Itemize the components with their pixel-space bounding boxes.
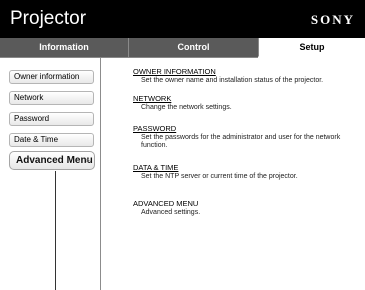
- chevron-down-icon: »: [84, 155, 90, 165]
- section-owner-information: OWNER INFORMATION Set the owner name and…: [133, 67, 358, 85]
- tab-information[interactable]: Information: [0, 38, 128, 57]
- advanced-menu-label: Advanced Menu: [16, 155, 93, 166]
- section-advanced-menu: ADVANCED MENU Advanced settings.: [133, 199, 358, 217]
- tab-bar: Information Control Setup: [0, 38, 365, 57]
- tab-control[interactable]: Control: [128, 38, 258, 57]
- section-date-time: DATA & TIME Set the NTP server or curren…: [133, 163, 358, 181]
- password-description: Set the passwords for the administrator …: [141, 134, 341, 149]
- owner-information-link[interactable]: OWNER INFORMATION: [133, 67, 358, 76]
- brand-logo: SONY: [310, 12, 355, 27]
- date-time-link[interactable]: DATA & TIME: [133, 163, 358, 172]
- sidebar-item-password[interactable]: Password: [9, 112, 94, 126]
- sidebar: Owner information Network Password Date …: [0, 58, 101, 290]
- section-network: NETWORK Change the network settings.: [133, 94, 358, 112]
- sidebar-item-network[interactable]: Network: [9, 91, 94, 105]
- advanced-menu-heading: ADVANCED MENU: [133, 199, 199, 208]
- date-time-description: Set the NTP server or current time of th…: [141, 173, 298, 180]
- owner-information-description: Set the owner name and installation stat…: [141, 77, 324, 84]
- tab-setup[interactable]: Setup: [258, 38, 365, 57]
- app-title: Projector: [10, 8, 87, 29]
- network-link[interactable]: NETWORK: [133, 94, 358, 103]
- sidebar-item-owner-information[interactable]: Owner information: [9, 70, 94, 84]
- section-password: PASSWORD Set the passwords for the admin…: [133, 124, 358, 150]
- advanced-menu-button[interactable]: Advanced Menu »: [9, 151, 95, 170]
- password-link[interactable]: PASSWORD: [133, 124, 358, 133]
- tree-line: [55, 171, 56, 290]
- advanced-menu-description: Advanced settings.: [141, 209, 201, 216]
- network-description: Change the network settings.: [141, 104, 232, 111]
- header-bar: Projector SONY: [0, 0, 365, 38]
- sidebar-item-date-time[interactable]: Date & Time: [9, 133, 94, 147]
